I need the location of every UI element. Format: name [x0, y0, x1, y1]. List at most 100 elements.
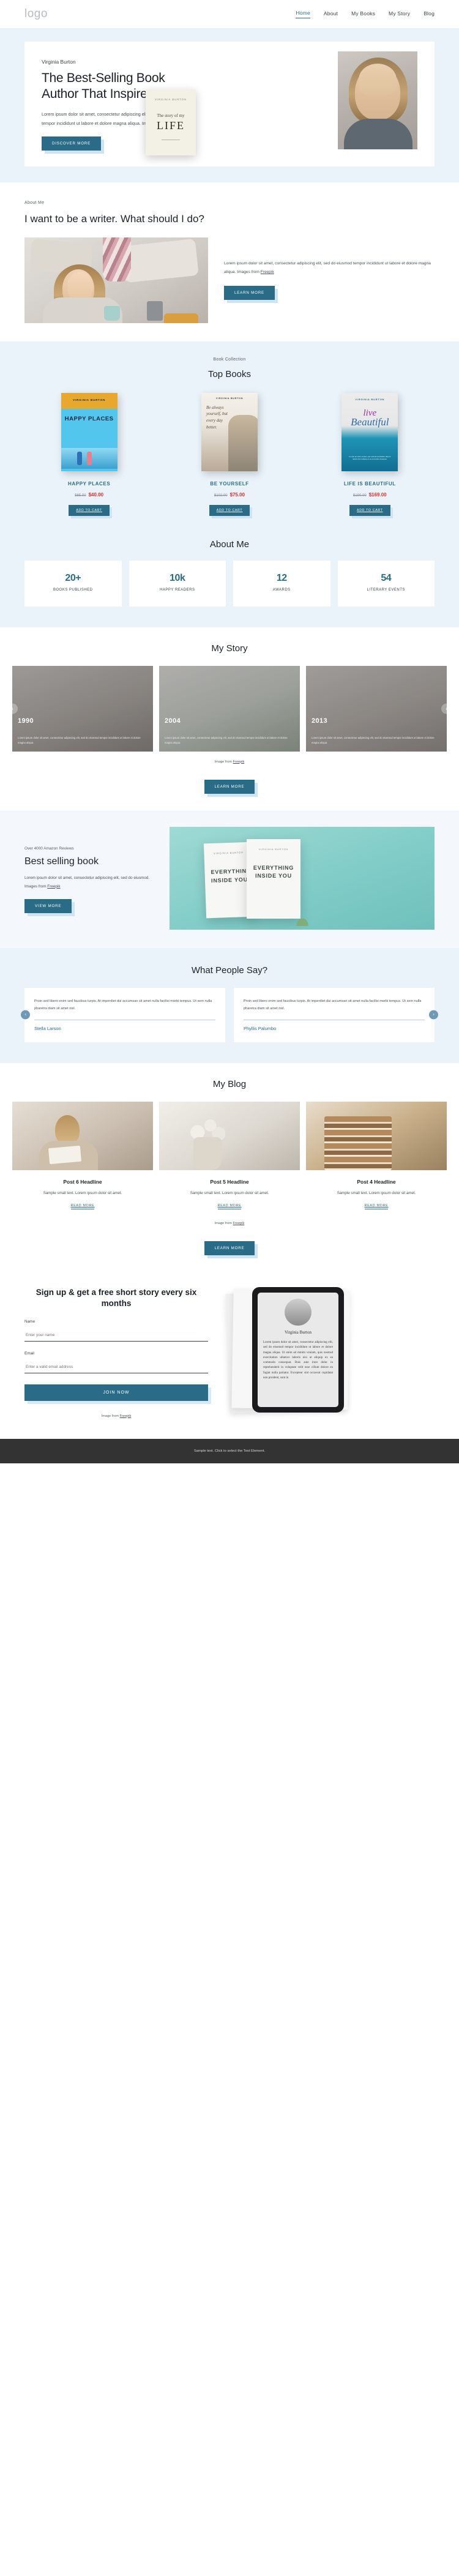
blog-card[interactable]: Post 6 Headline Sample small text. Lorem…: [12, 1102, 153, 1210]
testimonial-text: Proin sed libero enim sed faucibus turpi…: [34, 999, 212, 1011]
testimonial-text: Proin sed libero enim sed faucibus turpi…: [244, 999, 422, 1011]
book-prices: $190.00 $169.00: [305, 492, 435, 498]
read-more-link[interactable]: READ MORE: [70, 1204, 95, 1210]
blog-image: [159, 1102, 300, 1171]
cover-figure-2: [86, 451, 92, 465]
hero-button-wrap: DISCOVER MORE: [42, 136, 104, 154]
story-year: 1990: [18, 717, 34, 725]
blog-grid: Post 6 Headline Sample small text. Lorem…: [0, 1102, 459, 1210]
book-stack-decoration: [324, 1116, 392, 1171]
nav-link-blog[interactable]: Blog: [424, 10, 435, 18]
book-card[interactable]: VIRGINIA BURTON Be always yourself, but …: [165, 392, 294, 518]
story-title: My Story: [211, 643, 248, 654]
signup-title: Sign up & get a free short story every s…: [35, 1288, 197, 1309]
read-more-link[interactable]: READ MORE: [217, 1204, 242, 1210]
best-row: Over 4000 Amazon Reviews Best selling bo…: [24, 826, 435, 930]
site-footer: Sample text. Click to select the Text El…: [0, 1438, 459, 1463]
cover-photo-figure: [228, 414, 258, 471]
book-name: HAPPY PLACES: [68, 480, 111, 487]
nav-link-my-story[interactable]: My Story: [389, 10, 410, 18]
testimonial-card: Proin sed libero enim sed faucibus turpi…: [24, 987, 225, 1043]
blog-post-copy: Sample small text. Lorem ipsum dolor sit…: [337, 1191, 416, 1196]
stat-label: BOOKS PUBLISHED: [53, 588, 93, 592]
join-now-button[interactable]: JOIN NOW: [24, 1384, 211, 1404]
join-now-wrap: JOIN NOW: [24, 1384, 211, 1404]
blog-button-inner: LEARN MORE: [204, 1241, 258, 1259]
hero-author-photo: [338, 51, 417, 149]
site-logo[interactable]: logo: [24, 7, 48, 21]
stat-card: 12 AWARDS: [233, 560, 330, 607]
stat-label: AWARDS: [272, 588, 291, 592]
signup-device-image: Virginia Burton Lorem ipsum dolor sit am…: [224, 1287, 435, 1416]
book-card[interactable]: VIRGINIA BURTON HAPPY PLACES HAPPY PLACE…: [24, 392, 154, 518]
vase-decoration: [193, 1137, 222, 1171]
story-card[interactable]: 2013 Lorem ipsum dolor sit amet, consect…: [306, 665, 447, 752]
story-card[interactable]: 2004 Lorem ipsum dolor sit amet, consect…: [159, 665, 300, 752]
story-prev-icon[interactable]: ‹: [7, 703, 18, 714]
about-copy-text: Lorem ipsum dolor sit amet, consectetur …: [224, 261, 431, 275]
avatar: [285, 1299, 312, 1326]
read-more-link[interactable]: READ MORE: [364, 1204, 389, 1210]
blog-card[interactable]: Post 4 Headline Sample small text. Lorem…: [306, 1102, 447, 1210]
books-eyebrow: Book Collection: [213, 357, 246, 362]
about-eyebrow: About Me: [24, 201, 45, 206]
blog-button-wrap: LEARN MORE: [0, 1233, 459, 1259]
best-eyebrow: Over 4000 Amazon Reviews: [24, 846, 74, 851]
about-button-wrap: LEARN MORE: [224, 285, 278, 303]
books-title: Top Books: [207, 368, 252, 379]
blog-learn-more-button[interactable]: LEARN MORE: [204, 1241, 258, 1259]
hero-section: Virginia Burton The Best-Selling Book Au…: [0, 28, 459, 183]
best-left: Over 4000 Amazon Reviews Best selling bo…: [24, 843, 156, 917]
cover-blurb: Ut enim ad minim veniam, quis nostrud ex…: [349, 455, 391, 461]
story-next-icon[interactable]: ›: [441, 703, 452, 714]
stat-card: 10k HAPPY READERS: [129, 560, 226, 607]
testimonial-prev-icon[interactable]: ‹: [21, 1010, 30, 1020]
nav-link-about[interactable]: About: [324, 10, 338, 18]
about-learn-more-button[interactable]: LEARN MORE: [224, 285, 278, 303]
hero-book-title: LIFE: [157, 119, 185, 132]
add-to-cart-button[interactable]: ADD TO CART: [209, 504, 252, 518]
testimonial-card: Proin sed libero enim sed faucibus turpi…: [234, 987, 435, 1043]
blog-credit-text: Image from: [214, 1222, 233, 1226]
blog-post-title: Post 4 Headline: [357, 1179, 396, 1185]
about-credit-link[interactable]: Freepik: [261, 270, 274, 274]
best-book-photo: VIRGINIA BURTON EVERYTHING INSIDE YOU VI…: [170, 826, 435, 930]
stat-label: HAPPY READERS: [160, 588, 195, 592]
blog-credit-link[interactable]: Freepik: [233, 1222, 245, 1225]
main-nav: Home About My Books My Story Blog: [296, 10, 435, 18]
story-year: 2004: [165, 717, 181, 725]
discover-more-button[interactable]: DISCOVER MORE: [42, 136, 104, 154]
cover-title-word-3: Beautiful: [351, 416, 389, 428]
blog-image: [12, 1102, 153, 1171]
page-root: logo Home About My Books My Story Blog V…: [0, 0, 459, 1463]
story-credit-link[interactable]: Freepik: [233, 760, 245, 764]
add-to-cart-button[interactable]: ADD TO CART: [349, 504, 393, 518]
name-input[interactable]: [24, 1329, 208, 1342]
pillow-right: [122, 238, 199, 283]
story-card[interactable]: 1990 Lorem ipsum dolor sit amet, consect…: [12, 665, 153, 752]
story-learn-more-button[interactable]: LEARN MORE: [204, 779, 258, 797]
book-card[interactable]: VIRGINIA BURTON live Beautiful Ut enim a…: [305, 392, 435, 518]
signup-credit-link[interactable]: Freepik: [120, 1414, 132, 1418]
email-input[interactable]: [24, 1361, 208, 1373]
about-section: About Me I want to be a writer. What sho…: [0, 182, 459, 341]
view-more-button[interactable]: VIEW MORE: [24, 899, 75, 917]
tablet-screen: Virginia Burton Lorem ipsum dolor sit am…: [258, 1293, 338, 1408]
testimonial-next-icon[interactable]: ›: [429, 1010, 438, 1020]
tablet-author-name: Virginia Burton: [285, 1330, 312, 1335]
email-label: Email: [24, 1351, 34, 1356]
add-to-cart-wrap: ADD TO CART: [349, 498, 393, 518]
breakfast-plate: [164, 313, 198, 323]
add-to-cart-button[interactable]: ADD TO CART: [69, 504, 112, 518]
legs: [103, 237, 131, 282]
best-credit-link[interactable]: Freepik: [47, 884, 60, 889]
story-credit-text: Image from: [214, 760, 233, 764]
nav-link-home[interactable]: Home: [296, 10, 310, 18]
cover-title: HAPPY PLACES: [64, 415, 114, 422]
nav-link-my-books[interactable]: My Books: [351, 10, 375, 18]
blog-card[interactable]: Post 5 Headline Sample small text. Lorem…: [159, 1102, 300, 1210]
story-button-inner: LEARN MORE: [204, 779, 258, 797]
story-blurb: Lorem ipsum dolor sit amet, consectetur …: [165, 736, 288, 744]
photo-hair-front: [359, 64, 397, 95]
blog-section: My Blog Post 6 Headline Sample small tex…: [0, 1063, 459, 1271]
